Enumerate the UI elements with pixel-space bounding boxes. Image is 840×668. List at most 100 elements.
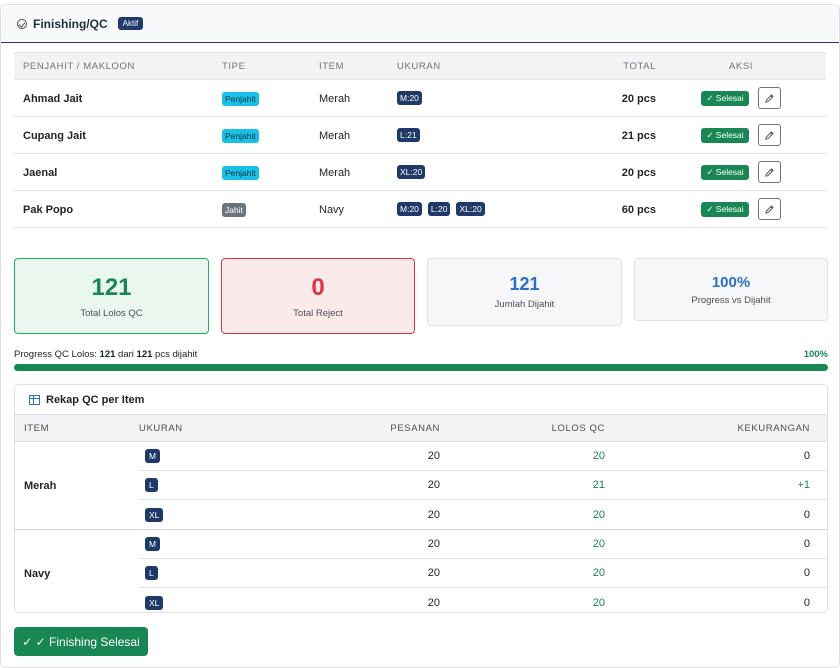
size-badge: XL <box>145 507 164 522</box>
size-badge: L <box>145 478 158 492</box>
card-title: Finishing/QC <box>33 16 108 31</box>
edit-button[interactable] <box>757 198 781 220</box>
pencil-icon <box>764 130 774 140</box>
progress-percent: 100% <box>803 349 828 360</box>
item-name: Navy <box>319 204 345 216</box>
finishing-selesai-button[interactable]: ✓ ✓ Finishing Selesai <box>14 627 148 656</box>
col-header-item: ITEM <box>319 60 345 72</box>
size-badge: XL:20 <box>397 165 426 179</box>
col-header-kekurangan: KEKURANGAN <box>737 422 810 434</box>
table-header: PENJAHIT / MAKLOON TIPE ITEM UKURAN TOTA… <box>14 52 826 80</box>
status-badge: Aktif <box>117 17 144 30</box>
stat-value: 121 <box>91 273 132 301</box>
col-header-item: ITEM <box>24 422 50 434</box>
col-header-ukuran: UKURAN <box>397 60 441 72</box>
total-pcs: 20 pcs <box>621 167 656 179</box>
lolos-value: 20 <box>592 596 605 609</box>
item-name: Merah <box>319 130 351 142</box>
rekap-group: Merah M 20 20 0 L 20 21 +1 XL 20 20 0 <box>15 442 827 530</box>
size-badge: L:20 <box>427 202 451 216</box>
rekap-item-name: Merah <box>24 479 57 492</box>
pesanan-value: 20 <box>427 508 440 521</box>
col-header-tipe: TIPE <box>222 60 246 72</box>
stat-jumlah-dijahit: 121 Jumlah Dijahit <box>427 258 622 326</box>
size-list: M:20 <box>397 91 567 105</box>
table-row: Ahmad Jait Penjahit Merah M:20 20 pcs ✓ Seles… <box>14 80 826 117</box>
table-row: Jaenal Penjahit Merah XL:20 20 pcs ✓ Selesai <box>14 154 826 191</box>
stat-progress: 100% Progress vs Dijahit <box>634 258 828 321</box>
col-header-pesanan: PESANAN <box>390 422 440 434</box>
rekap-item-name: Navy <box>24 567 51 580</box>
table-row: Cupang Jait Penjahit Merah L:21 21 pcs ✓ Sele… <box>14 117 826 154</box>
pesanan-value: 20 <box>427 538 440 550</box>
selesai-badge: ✓ Selesai <box>701 201 749 217</box>
pencil-icon <box>764 167 774 177</box>
col-header-lolos-qc: LOLOS QC <box>551 422 605 434</box>
rekap-group: Navy M 20 20 0 L 20 20 0 XL 20 20 0 <box>15 530 827 612</box>
progress-prefix: Progress QC Lolos: <box>14 349 100 360</box>
size-badge: M:20 <box>397 202 422 216</box>
lolos-value: 20 <box>592 538 605 550</box>
size-list: XL:20 <box>397 165 567 179</box>
progress-bar <box>14 364 828 371</box>
tipe-badge: Penjahit <box>222 129 259 143</box>
pesanan-value: 20 <box>427 479 440 491</box>
penjahit-name: Ahmad Jait <box>23 93 83 105</box>
rekap-header: Rekap QC per Item <box>15 385 827 415</box>
pencil-icon <box>764 93 774 103</box>
lolos-value: 21 <box>592 479 605 491</box>
item-name: Merah <box>319 167 351 179</box>
progress-middle: dari <box>115 349 137 360</box>
size-badge: XL:20 <box>456 202 485 216</box>
tipe-badge: Jahit <box>222 203 246 217</box>
penjahit-table: PENJAHIT / MAKLOON TIPE ITEM UKURAN TOTA… <box>14 52 826 228</box>
kekurangan-value: 0 <box>803 508 810 521</box>
rekap-row: L 20 20 0 <box>139 559 827 588</box>
stat-label: Total Reject <box>293 307 343 319</box>
penjahit-name: Jaenal <box>23 167 58 179</box>
col-header-penjahit: PENJAHIT / MAKLOON <box>23 60 135 72</box>
rekap-qc-panel: Rekap QC per Item ITEM UKURAN PESANAN LO… <box>14 384 828 613</box>
tipe-badge: Penjahit <box>222 92 259 106</box>
col-header-aksi: AKSI <box>728 60 754 72</box>
size-badge: L <box>145 566 158 580</box>
progress-total: 121 <box>136 349 153 360</box>
kekurangan-value: 0 <box>803 538 810 550</box>
tipe-badge: Penjahit <box>222 166 259 180</box>
progress-lolos: 121 <box>99 349 116 360</box>
card-header: Finishing/QC Aktif <box>1 5 839 43</box>
selesai-badge: ✓ Selesai <box>701 127 749 143</box>
size-badge: M:20 <box>397 91 422 105</box>
col-header-ukuran: UKURAN <box>139 422 183 434</box>
size-badge: M <box>145 449 161 463</box>
rekap-row: XL 20 20 0 <box>139 588 827 612</box>
col-header-total: TOTAL <box>623 60 656 72</box>
size-badge: L:21 <box>397 128 420 142</box>
stat-total-lolos: 121 Total Lolos QC <box>14 258 209 334</box>
kekurangan-value: 0 <box>803 596 810 609</box>
lolos-value: 20 <box>592 450 605 462</box>
rekap-row: XL 20 20 0 <box>139 500 827 529</box>
penjahit-name: Pak Popo <box>23 204 74 216</box>
kekurangan-value: +1 <box>797 479 810 491</box>
rekap-row: L 20 21 +1 <box>139 471 827 500</box>
edit-button[interactable] <box>757 161 781 183</box>
pesanan-value: 20 <box>427 450 440 462</box>
edit-button[interactable] <box>757 124 781 146</box>
check-circle-icon <box>17 18 27 29</box>
item-name: Merah <box>319 93 351 105</box>
edit-button[interactable] <box>757 87 781 109</box>
table-icon <box>29 394 40 405</box>
size-list: L:21 <box>397 128 567 142</box>
total-pcs: 20 pcs <box>621 93 656 105</box>
stat-total-reject: 0 Total Reject <box>221 258 415 334</box>
rekap-table-header: ITEM UKURAN PESANAN LOLOS QC KEKURANGAN <box>15 415 827 442</box>
rekap-row: M 20 20 0 <box>139 530 827 559</box>
rekap-title: Rekap QC per Item <box>46 393 145 406</box>
total-pcs: 21 pcs <box>621 130 656 142</box>
total-pcs: 60 pcs <box>621 204 656 216</box>
stat-value: 121 <box>509 274 540 294</box>
selesai-badge: ✓ Selesai <box>701 90 749 106</box>
selesai-badge: ✓ Selesai <box>701 164 749 180</box>
table-row: Pak Popo Jahit Navy M:20 L:20 XL:20 60 pcs ✓ Se… <box>14 191 826 228</box>
